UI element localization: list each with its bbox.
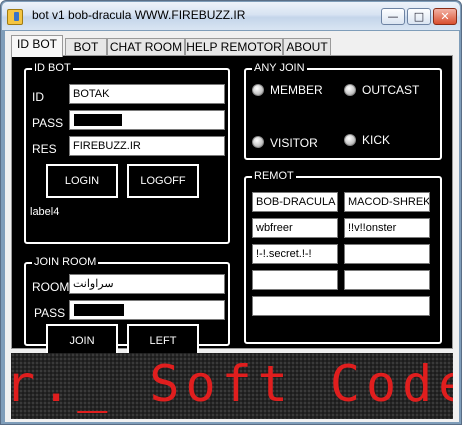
remot-field-8[interactable] bbox=[344, 270, 430, 290]
pass-label: PASS bbox=[32, 116, 64, 130]
id-input[interactable]: BOTAK bbox=[69, 84, 225, 104]
join-room-legend: JOIN ROOM bbox=[32, 256, 99, 269]
outcast-label: OUTCAST bbox=[362, 83, 420, 97]
remot-field-2[interactable]: MACOD-SHREK bbox=[344, 192, 430, 212]
password-mask bbox=[74, 114, 122, 126]
tab-about[interactable]: ABOUT bbox=[283, 38, 331, 56]
status-label: label4 bbox=[30, 206, 60, 218]
marquee-text: r._ Soft Coded by bbox=[11, 355, 453, 413]
app-icon bbox=[7, 9, 23, 25]
remot-field-6[interactable] bbox=[344, 244, 430, 264]
room-password-mask bbox=[74, 304, 124, 316]
id-bot-group: ID BOT ID BOTAK PASS RES FIREBUZZ.IR LOG… bbox=[24, 62, 230, 244]
login-button[interactable]: LOGIN bbox=[46, 164, 118, 198]
remot-legend: REMOT bbox=[252, 170, 296, 183]
room-password-input[interactable] bbox=[69, 300, 225, 320]
app-window: bot v1 bob-dracula WWW.FIREBUZZ.IR — □ ✕… bbox=[0, 0, 462, 425]
remot-group: REMOT BOB-DRACULA MACOD-SHREK wbfreer !!… bbox=[244, 170, 442, 344]
any-join-legend: ANY JOIN bbox=[252, 62, 307, 75]
remot-field-3[interactable]: wbfreer bbox=[252, 218, 338, 238]
password-input[interactable] bbox=[69, 110, 225, 130]
led-marquee: r._ Soft Coded by bbox=[11, 353, 453, 419]
room-pass-label: PASS bbox=[34, 306, 66, 320]
maximize-button[interactable]: □ bbox=[407, 8, 431, 25]
close-button[interactable]: ✕ bbox=[433, 8, 457, 25]
window-title: bot v1 bob-dracula WWW.FIREBUZZ.IR bbox=[32, 8, 246, 22]
room-input[interactable]: سراوانت bbox=[69, 274, 225, 294]
tab-chat-room[interactable]: CHAT ROOM bbox=[107, 38, 185, 56]
tab-id-bot[interactable]: ID BOT bbox=[11, 35, 63, 57]
outcast-radio[interactable] bbox=[344, 84, 356, 96]
minimize-button[interactable]: — bbox=[381, 8, 405, 25]
remot-field-9[interactable] bbox=[252, 296, 430, 316]
remot-field-7[interactable] bbox=[252, 270, 338, 290]
visitor-radio[interactable] bbox=[252, 136, 264, 148]
client-area: ID BOT BOT CHAT ROOM HELP REMOTOR ABOUT … bbox=[5, 31, 459, 422]
remot-field-4[interactable]: !!v!!onster bbox=[344, 218, 430, 238]
title-bar[interactable]: bot v1 bob-dracula WWW.FIREBUZZ.IR — □ ✕ bbox=[2, 2, 460, 30]
member-label: MEMBER bbox=[270, 83, 323, 97]
room-label: ROOM bbox=[32, 280, 70, 294]
logoff-button[interactable]: LOGOFF bbox=[127, 164, 199, 198]
kick-label: KICK bbox=[362, 133, 391, 147]
tab-help-remotor[interactable]: HELP REMOTOR bbox=[185, 38, 283, 56]
visitor-label: VISITOR bbox=[270, 136, 318, 150]
remot-field-5[interactable]: !-!.secret.!-! bbox=[252, 244, 338, 264]
resource-input[interactable]: FIREBUZZ.IR bbox=[69, 136, 225, 156]
join-room-group: JOIN ROOM ROOM سراوانت PASS JOIN LEFT bbox=[24, 256, 230, 358]
res-label: RES bbox=[32, 142, 57, 156]
member-radio[interactable] bbox=[252, 84, 264, 96]
id-bot-legend: ID BOT bbox=[32, 62, 73, 75]
any-join-group: ANY JOIN MEMBER OUTCAST VISITOR KICK bbox=[244, 62, 442, 160]
kick-radio[interactable] bbox=[344, 134, 356, 146]
remot-field-1[interactable]: BOB-DRACULA bbox=[252, 192, 338, 212]
id-label: ID bbox=[32, 90, 44, 104]
id-bot-panel: ID BOT ID BOTAK PASS RES FIREBUZZ.IR LOG… bbox=[11, 55, 453, 358]
tab-bot[interactable]: BOT bbox=[65, 38, 107, 56]
